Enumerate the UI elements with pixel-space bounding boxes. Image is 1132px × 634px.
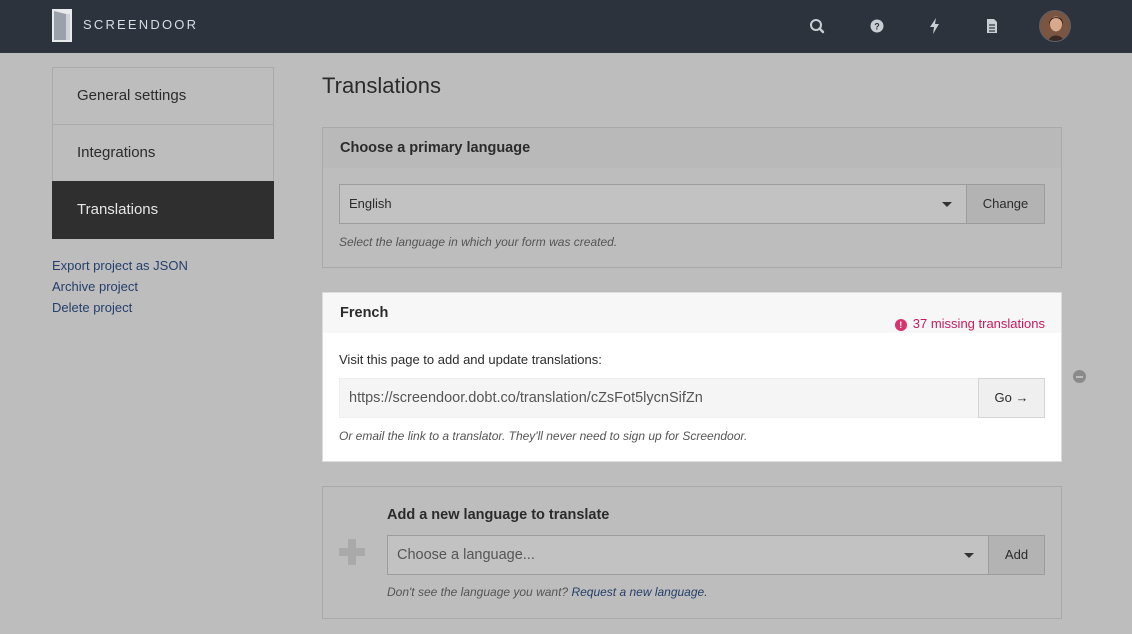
primary-language-heading: Choose a primary language [323, 128, 1061, 168]
add-language-heading: Add a new language to translate [387, 507, 610, 523]
add-language-hint: Don't see the language you want? Request… [387, 585, 708, 599]
french-heading: French [340, 305, 389, 321]
svg-text:?: ? [874, 22, 880, 32]
add-language-placeholder: Choose a language... [397, 547, 535, 563]
help-icon[interactable]: ? [866, 15, 888, 37]
sidebar-item-integrations[interactable]: Integrations [52, 124, 274, 182]
missing-translations-text: 37 missing translations [912, 316, 1045, 331]
chevron-down-icon [964, 553, 974, 558]
remove-language-icon[interactable] [1073, 370, 1086, 383]
screendoor-logo-icon[interactable] [52, 9, 72, 42]
change-button[interactable]: Change [966, 184, 1045, 224]
add-language-hint-text: Don't see the language you want? [387, 585, 569, 599]
sidebar-item-label: Integrations [77, 144, 156, 161]
chevron-down-icon [942, 202, 952, 207]
add-language-panel: Add a new language to translate Choose a… [322, 486, 1062, 619]
sidebar-item-general-settings[interactable]: General settings [52, 67, 274, 125]
primary-language-select[interactable]: English [339, 184, 967, 224]
french-hint: Or email the link to a translator. They'… [339, 429, 748, 443]
add-button[interactable]: Add [988, 535, 1045, 575]
primary-language-value: English [349, 196, 392, 211]
user-avatar[interactable] [1039, 10, 1071, 42]
export-json-link[interactable]: Export project as JSON [52, 258, 188, 273]
search-icon[interactable] [806, 15, 828, 37]
delete-project-link[interactable]: Delete project [52, 300, 132, 315]
document-icon[interactable] [981, 15, 1003, 37]
alert-icon: ! [894, 319, 907, 331]
french-translation-panel: French ! 37 missing translations Visit th… [322, 292, 1062, 462]
add-language-select[interactable]: Choose a language... [387, 535, 989, 575]
french-heading-bar: French ! 37 missing translations [323, 293, 1061, 333]
plus-icon [339, 539, 365, 565]
archive-project-link[interactable]: Archive project [52, 279, 138, 294]
primary-language-hint: Select the language in which your form w… [339, 235, 618, 249]
page-title: Translations [322, 73, 442, 98]
french-instructions: Visit this page to add and update transl… [339, 352, 602, 367]
go-button[interactable]: Go → [978, 378, 1045, 418]
request-language-link[interactable]: Request a new language. [571, 585, 707, 599]
sidebar-item-translations[interactable]: Translations [52, 181, 274, 239]
missing-translations-badge[interactable]: ! 37 missing translations [894, 304, 1045, 344]
primary-language-panel: Choose a primary language English Change… [322, 127, 1062, 268]
translation-url-field[interactable]: https://screendoor.dobt.co/translation/c… [339, 378, 979, 418]
brand-name[interactable]: SCREENDOOR [83, 17, 198, 32]
sidebar-item-label: General settings [77, 87, 187, 104]
sidebar-item-label: Translations [77, 201, 159, 218]
bolt-icon[interactable] [924, 15, 946, 37]
top-navbar: SCREENDOOR ? [0, 0, 1132, 53]
